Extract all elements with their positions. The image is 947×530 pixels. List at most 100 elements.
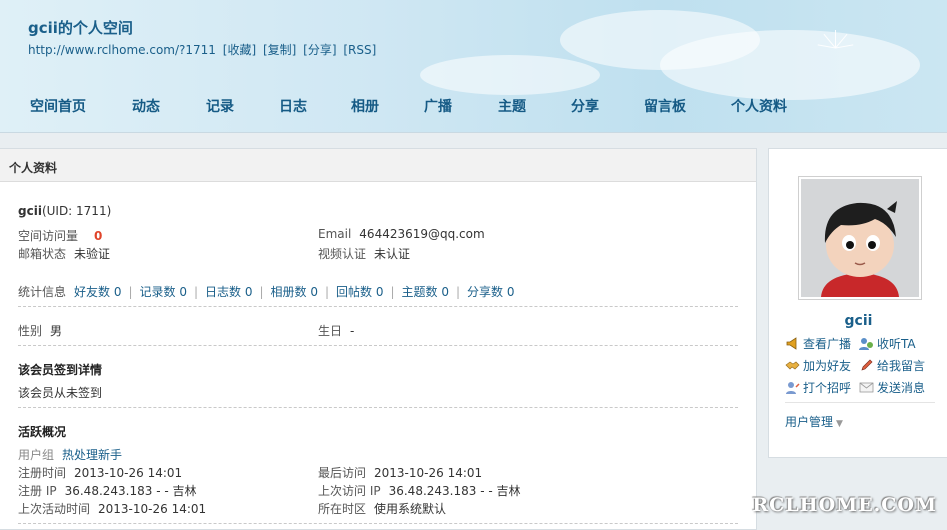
space-nav: 空间首页 动态 记录 日志 相册 广播 主题 分享 留言板 个人资料 bbox=[0, 96, 947, 118]
signin-title: 该会员签到详情 bbox=[18, 363, 103, 377]
space-title: gcii的个人空间 bbox=[28, 19, 133, 37]
divider bbox=[18, 306, 738, 307]
nav-share[interactable]: 分享 bbox=[571, 96, 599, 116]
pencil-icon bbox=[859, 359, 874, 372]
nav-home[interactable]: 空间首页 bbox=[30, 96, 86, 116]
email-row: Email 464423619@qq.com bbox=[318, 227, 485, 241]
group-value[interactable]: 热处理新手 bbox=[62, 448, 122, 462]
video-label: 视频认证 bbox=[318, 247, 367, 261]
divider bbox=[18, 345, 738, 346]
visits-row: 空间访问量 0 bbox=[18, 227, 102, 244]
last-active-label: 上次活动时间 bbox=[18, 502, 91, 516]
last-ip-row: 上次访问 IP 36.48.243.183 - - 吉林 bbox=[318, 482, 521, 499]
nav-thread[interactable]: 主题 bbox=[498, 96, 526, 116]
signin-text: 该会员从未签到 bbox=[18, 386, 103, 400]
stats-row: 统计信息 好友数 0 | 记录数 0 | 日志数 0 | 相册数 0 | 回帖数 0 | 主题数 0 |… bbox=[18, 285, 515, 299]
reg-ip-row: 注册 IP 36.48.243.183 - - 吉林 bbox=[18, 482, 197, 499]
last-visit-row: 最后访问 2013-10-26 14:01 bbox=[318, 464, 482, 481]
email-value: 464423619@qq.com bbox=[359, 227, 485, 241]
gender-label: 性别 bbox=[18, 324, 43, 338]
divider bbox=[18, 407, 738, 408]
user-wave-icon bbox=[785, 381, 800, 394]
gender-row: 性别男 bbox=[18, 322, 62, 339]
nav-album[interactable]: 相册 bbox=[351, 96, 379, 116]
video-row: 视频认证 未认证 bbox=[318, 245, 410, 262]
timezone-label: 所在时区 bbox=[318, 502, 367, 516]
megaphone-icon bbox=[785, 337, 800, 350]
profile-username: gcii bbox=[18, 204, 42, 218]
watermark: RCLHOME.COM bbox=[752, 494, 937, 516]
group-row: 用户组 热处理新手 bbox=[18, 446, 122, 463]
envelope-icon bbox=[859, 381, 874, 394]
chevron-down-icon: ▼ bbox=[836, 419, 843, 429]
divider bbox=[785, 402, 935, 403]
stat-friends[interactable]: 好友数 0 bbox=[74, 285, 121, 299]
reg-time-label: 注册时间 bbox=[18, 466, 67, 480]
user-manage-menu[interactable]: 用户管理 ▼ bbox=[785, 413, 843, 430]
nav-doing[interactable]: 记录 bbox=[206, 96, 234, 116]
handshake-icon bbox=[785, 359, 800, 372]
dandelion-decoration bbox=[815, 28, 855, 68]
leave-message-action[interactable]: 给我留言 bbox=[859, 357, 925, 374]
nav-wall[interactable]: 留言板 bbox=[644, 96, 686, 116]
copy-link[interactable]: [复制] bbox=[263, 43, 296, 57]
sidebar-username[interactable]: gcii bbox=[769, 313, 947, 329]
space-header: gcii的个人空间 http://www.rclhome.com/?1711 [… bbox=[0, 0, 947, 133]
nav-feed[interactable]: 动态 bbox=[132, 96, 160, 116]
nav-blog[interactable]: 日志 bbox=[279, 96, 307, 116]
nav-broadcast[interactable]: 广播 bbox=[424, 96, 452, 116]
space-links: http://www.rclhome.com/?1711 [收藏] [复制] [… bbox=[28, 41, 379, 58]
activity-title: 活跃概况 bbox=[18, 425, 67, 439]
favorite-link[interactable]: [收藏] bbox=[223, 43, 256, 57]
avatar bbox=[801, 179, 919, 297]
stat-replies[interactable]: 回帖数 0 bbox=[336, 285, 383, 299]
email-label: Email bbox=[318, 227, 352, 241]
stat-albums[interactable]: 相册数 0 bbox=[271, 285, 318, 299]
space-url-link[interactable]: http://www.rclhome.com/?1711 bbox=[28, 43, 216, 57]
mail-status-label: 邮箱状态 bbox=[18, 247, 67, 261]
last-ip-value: 36.48.243.183 - - 吉林 bbox=[388, 484, 521, 498]
stats-label: 统计信息 bbox=[18, 285, 67, 299]
share-link[interactable]: [分享] bbox=[303, 43, 336, 57]
follow-action[interactable]: 收听TA bbox=[859, 335, 916, 352]
avatar-frame[interactable] bbox=[798, 176, 922, 300]
reg-time-row: 注册时间 2013-10-26 14:01 bbox=[18, 464, 182, 481]
gender-value: 男 bbox=[50, 324, 63, 338]
user-identity: gcii(UID: 1711) bbox=[18, 204, 111, 218]
group-label: 用户组 bbox=[18, 448, 55, 462]
mail-status-row: 邮箱状态 未验证 bbox=[18, 245, 110, 262]
avatar-illustration bbox=[801, 179, 919, 297]
video-value: 未认证 bbox=[374, 247, 411, 261]
visits-label: 空间访问量 bbox=[18, 229, 79, 243]
timezone-value: 使用系统默认 bbox=[374, 502, 447, 516]
reg-ip-label: 注册 IP bbox=[18, 484, 57, 498]
stat-blogs[interactable]: 日志数 0 bbox=[205, 285, 252, 299]
timezone-row: 所在时区 使用系统默认 bbox=[318, 500, 446, 517]
last-active-value: 2013-10-26 14:01 bbox=[98, 502, 207, 516]
stat-shares[interactable]: 分享数 0 bbox=[467, 285, 514, 299]
reg-time-value: 2013-10-26 14:01 bbox=[74, 466, 183, 480]
last-visit-value: 2013-10-26 14:01 bbox=[374, 466, 483, 480]
profile-uid: (UID: 1711) bbox=[41, 204, 112, 218]
rss-link[interactable]: [RSS] bbox=[343, 43, 376, 57]
divider bbox=[18, 523, 738, 524]
cloud-decoration bbox=[420, 55, 600, 95]
reg-ip-value: 36.48.243.183 - - 吉林 bbox=[64, 484, 197, 498]
stat-threads[interactable]: 主题数 0 bbox=[402, 285, 449, 299]
birthday-value: - bbox=[350, 324, 355, 338]
visits-value: 0 bbox=[94, 229, 103, 243]
cloud-decoration bbox=[660, 30, 920, 100]
stat-doings[interactable]: 记录数 0 bbox=[140, 285, 187, 299]
send-message-action[interactable]: 发送消息 bbox=[859, 379, 925, 396]
last-visit-label: 最后访问 bbox=[318, 466, 367, 480]
birthday-row: 生日 - bbox=[318, 322, 354, 339]
profile-panel: 个人资料 gcii(UID: 1711) 空间访问量 0 Email 4644236… bbox=[0, 148, 757, 530]
add-friend-action[interactable]: 加为好友 bbox=[785, 357, 851, 374]
last-ip-label: 上次访问 IP bbox=[318, 484, 381, 498]
view-broadcast-action[interactable]: 查看广播 bbox=[785, 335, 851, 352]
poke-action[interactable]: 打个招呼 bbox=[785, 379, 851, 396]
mail-status-value: 未验证 bbox=[74, 247, 111, 261]
nav-profile[interactable]: 个人资料 bbox=[731, 96, 787, 116]
birthday-label: 生日 bbox=[318, 324, 343, 338]
users-icon bbox=[859, 337, 874, 350]
